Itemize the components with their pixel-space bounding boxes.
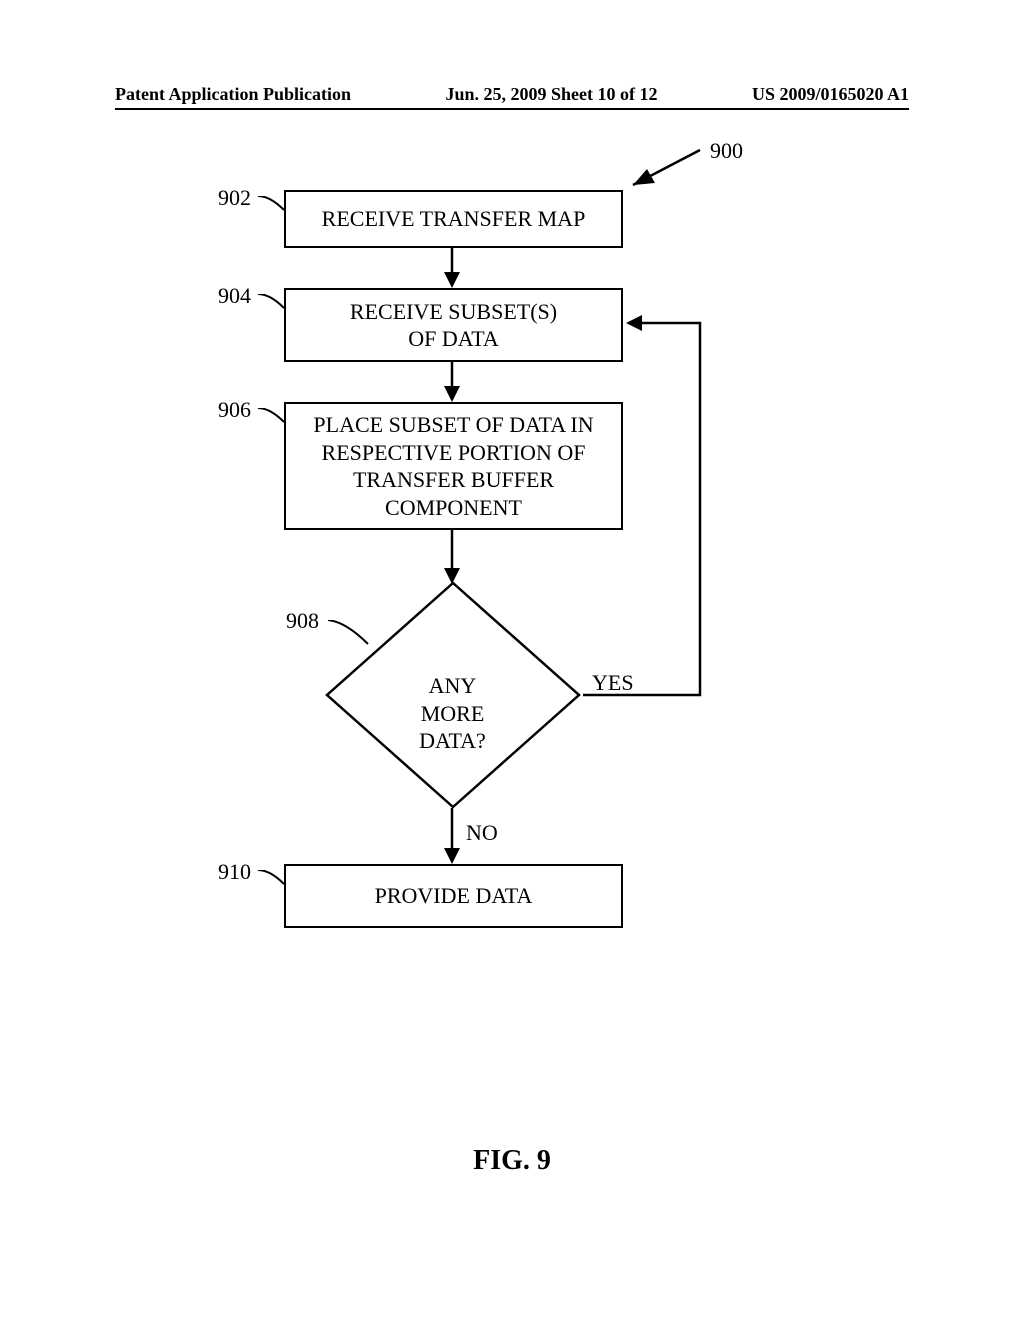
header-right: US 2009/0165020 A1 [752, 84, 909, 105]
arrow-904-906 [440, 360, 464, 404]
page-header: Patent Application Publication Jun. 25, … [115, 84, 909, 105]
box-receive-transfer-map: RECEIVE TRANSFER MAP [284, 190, 623, 248]
ref-902-lead [258, 196, 288, 216]
box-902-text: RECEIVE TRANSFER MAP [322, 205, 586, 233]
ref-910-lead [258, 870, 288, 890]
flowchart: 900 RECEIVE TRANSFER MAP 902 RECEIVE SUB… [0, 130, 1024, 1030]
box-906-l3: TRANSFER BUFFER [353, 466, 554, 494]
box-910-text: PROVIDE DATA [375, 882, 533, 910]
ref-900: 900 [710, 138, 743, 164]
ref-908-lead [328, 620, 372, 650]
box-place-subset: PLACE SUBSET OF DATA IN RESPECTIVE PORTI… [284, 402, 623, 530]
arrow-908-910 [440, 808, 464, 866]
header-left: Patent Application Publication [115, 84, 351, 105]
box-receive-subsets: RECEIVE SUBSET(S) OF DATA [284, 288, 623, 362]
arrow-yes-loop [580, 310, 720, 710]
ref-906-lead [258, 408, 288, 428]
box-904-l2: OF DATA [408, 325, 499, 353]
ref-906: 906 [218, 397, 251, 423]
arrow-902-904 [440, 246, 464, 290]
decision-text: ANY MORE DATA? [395, 672, 510, 755]
figure-label: FIG. 9 [0, 1145, 1024, 1177]
ref-908: 908 [286, 608, 319, 634]
box-906-l2: RESPECTIVE PORTION OF [322, 439, 586, 467]
ref-900-arrow [615, 145, 705, 195]
box-906-l4: COMPONENT [385, 494, 522, 522]
box-provide-data: PROVIDE DATA [284, 864, 623, 928]
box-906-l1: PLACE SUBSET OF DATA IN [313, 411, 593, 439]
ref-904-lead [258, 294, 288, 314]
branch-no: NO [466, 820, 498, 846]
ref-902: 902 [218, 185, 251, 211]
header-center: Jun. 25, 2009 Sheet 10 of 12 [445, 84, 657, 105]
ref-910: 910 [218, 859, 251, 885]
header-rule [115, 108, 909, 110]
arrow-906-908 [440, 528, 464, 586]
box-904-l1: RECEIVE SUBSET(S) [350, 298, 557, 326]
ref-904: 904 [218, 283, 251, 309]
